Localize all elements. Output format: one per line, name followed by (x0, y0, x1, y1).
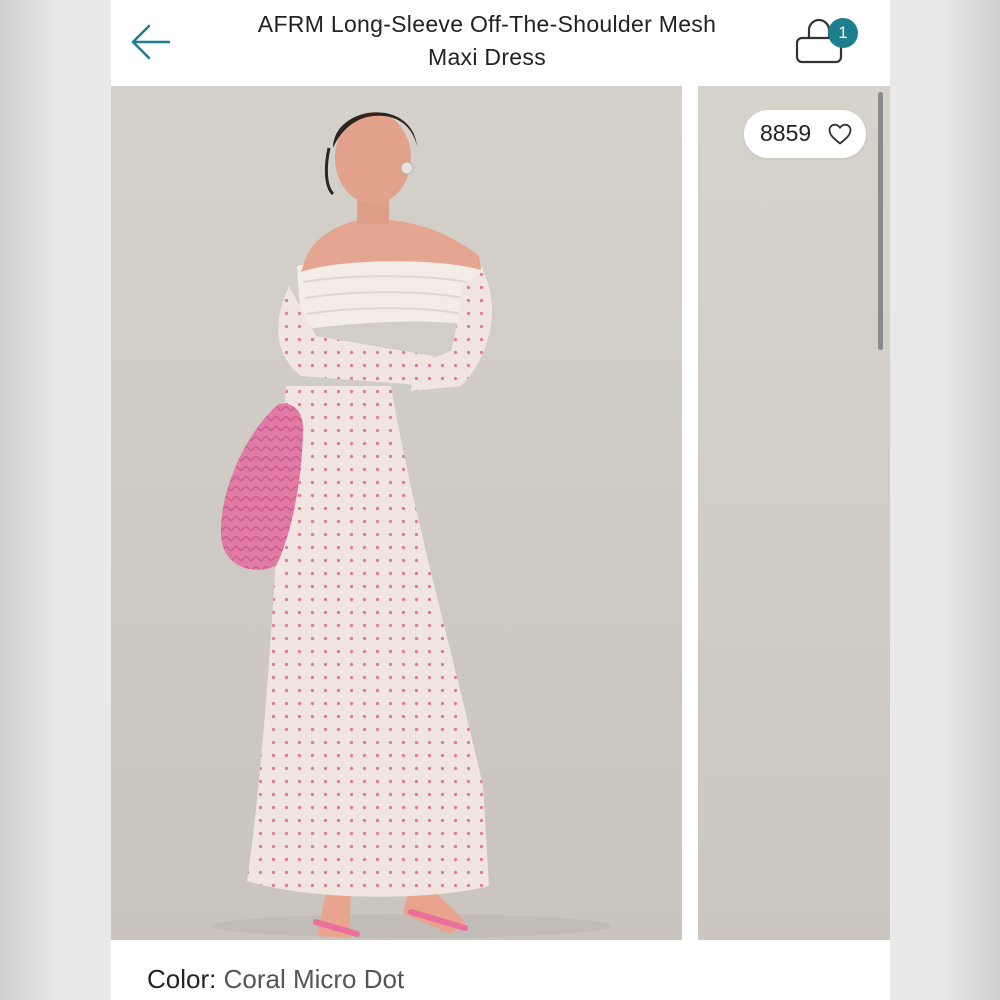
color-value: Coral Micro Dot (223, 964, 405, 994)
product-photo[interactable] (111, 86, 682, 940)
likes-count: 8859 (760, 120, 812, 146)
product-image-gallery[interactable]: 8859 (111, 86, 890, 940)
title-line-2: Maxi Dress (427, 44, 546, 70)
favorite-button[interactable]: 8859 (744, 110, 866, 158)
scrollbar[interactable] (878, 92, 883, 350)
back-button[interactable] (125, 22, 175, 62)
page-title: AFRM Long-Sleeve Off-The-Shoulder Mesh M… (207, 8, 767, 74)
heart-outline-icon (828, 123, 852, 145)
model-wearing-dress-image (211, 112, 611, 938)
product-screen: AFRM Long-Sleeve Off-The-Shoulder Mesh M… (111, 0, 890, 1000)
top-bar: AFRM Long-Sleeve Off-The-Shoulder Mesh M… (111, 0, 890, 86)
color-selection: Color: Coral Micro Dot (147, 964, 404, 995)
title-line-1: AFRM Long-Sleeve Off-The-Shoulder Mesh (257, 11, 717, 37)
next-product-photo[interactable] (698, 86, 890, 940)
cart-count-badge: 1 (828, 18, 858, 48)
arrow-left-icon (131, 24, 171, 60)
color-label: Color: (147, 964, 217, 994)
